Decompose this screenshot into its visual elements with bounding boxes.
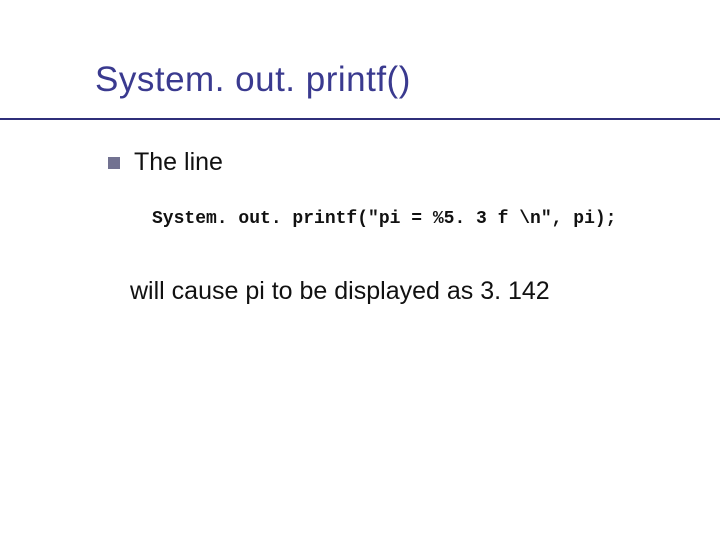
slide-title: System. out. printf() [95, 60, 720, 100]
bullet-text: The line [134, 148, 223, 177]
bullet-item: The line [108, 148, 670, 177]
slide-content: The line System. out. printf("pi = %5. 3… [0, 120, 720, 306]
bullet-square-icon [108, 157, 120, 169]
result-text: will cause pi to be displayed as 3. 142 [108, 229, 670, 306]
code-line: System. out. printf("pi = %5. 3 f \n", p… [108, 177, 670, 229]
slide: System. out. printf() The line System. o… [0, 0, 720, 540]
title-area: System. out. printf() [0, 60, 720, 120]
